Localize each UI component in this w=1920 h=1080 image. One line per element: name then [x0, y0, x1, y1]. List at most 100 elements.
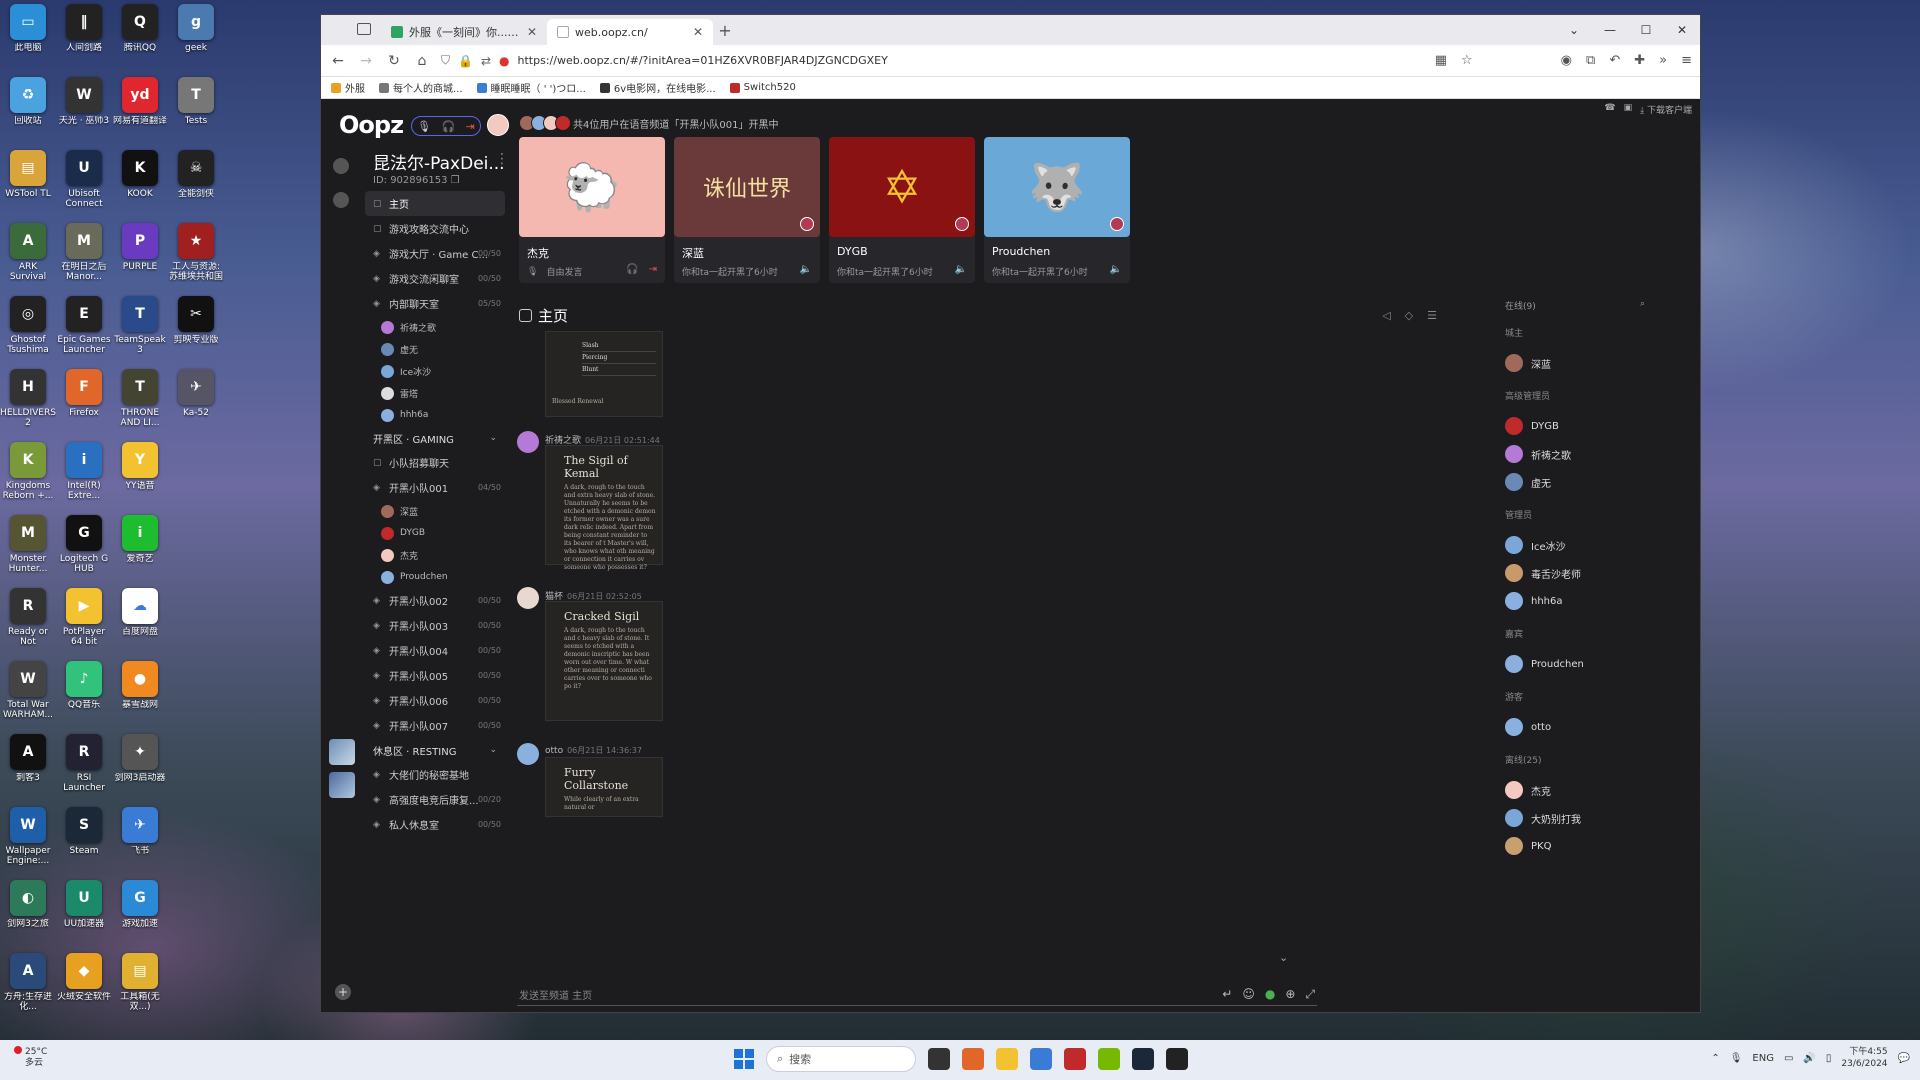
clock[interactable]: 下午4:55 23/6/2024	[1841, 1046, 1887, 1070]
desktop-icon[interactable]: i 爱奇艺	[112, 515, 168, 588]
desktop-icon[interactable]: A 方舟:生存进化...	[0, 953, 56, 1026]
desktop-icon[interactable]: ☠ 全能剑侠	[168, 150, 224, 223]
taskbar-app-task-view-icon[interactable]	[928, 1048, 950, 1070]
message-image[interactable]: Furry Collarstone While clearly of an ext…	[545, 757, 663, 817]
microphone-icon[interactable]: 🎙	[417, 120, 431, 133]
desktop-icon[interactable]: ▭ 此电脑	[0, 4, 56, 77]
desktop-icon[interactable]: ▤ 工具箱(无双...)	[112, 953, 168, 1026]
desktop-icon[interactable]: ‖ 人间剑路	[56, 4, 112, 77]
desktop-icon[interactable]: U Ubisoft Connect	[56, 150, 112, 223]
desktop-icon[interactable]: g geek	[168, 4, 224, 77]
bookmark-item[interactable]: 睡眠睡眠（ ' ')つロ...	[476, 80, 586, 95]
channel-item[interactable]: ◈ 私人休息室 00/50	[365, 812, 505, 837]
message-image[interactable]: Slash Piercing Blunt Blessed Renewal	[545, 331, 663, 417]
volume-icon[interactable]: 🔈	[800, 264, 812, 275]
bookmark-item[interactable]: 6v电影网，在线电影...	[599, 80, 716, 95]
desktop-icon[interactable]: G 游戏加速	[112, 880, 168, 953]
desktop-icon[interactable]: F Firefox	[56, 369, 112, 442]
voice-user-card[interactable]: 🐺 Proudchen 你和ta一起开黑了6小时 🔈	[984, 137, 1130, 283]
start-button[interactable]	[734, 1049, 754, 1069]
channel-item[interactable]: ◈ 开黑小队005 00/50	[365, 663, 505, 688]
voice-member[interactable]: 雷塔	[365, 382, 505, 404]
volume-icon[interactable]: 🔈	[1110, 264, 1122, 275]
tag-icon[interactable]: ◇	[1405, 309, 1413, 322]
tab-close-icon[interactable]: ✕	[527, 25, 537, 39]
desktop-icon[interactable]: Y YY语音	[112, 442, 168, 515]
desktop-icon[interactable]: W Wallpaper Engine:...	[0, 807, 56, 880]
channel-item[interactable]: ▢ 游戏攻略交流中心	[365, 216, 505, 241]
channel-category[interactable]: 开黑区 · GAMING ⌄	[365, 426, 505, 450]
maximize-button[interactable]: ☐	[1628, 15, 1664, 45]
clipboard-icon[interactable]: ▣	[1624, 103, 1633, 116]
desktop-icon[interactable]: E Epic Games Launcher	[56, 296, 112, 369]
channel-item[interactable]: ◈ 开黑小队004 00/50	[365, 638, 505, 663]
channel-item[interactable]: ◈ 开黑小队001 04/50	[365, 475, 505, 500]
taskbar-app-firefox-icon[interactable]	[962, 1048, 984, 1070]
taskbar-app-explorer-icon[interactable]	[996, 1048, 1018, 1070]
reload-icon[interactable]: ↻	[385, 53, 403, 69]
message-avatar[interactable]	[517, 587, 539, 609]
voice-member[interactable]: DYGB	[365, 522, 505, 544]
more-options-icon[interactable]: ⋮	[495, 151, 509, 167]
desktop-icon[interactable]: ★ 工人与资源: 苏维埃共和国	[168, 223, 224, 296]
share-icon[interactable]: ◁	[1382, 309, 1390, 322]
desktop-icon[interactable]: T Tests	[168, 77, 224, 150]
emoji-icon[interactable]: ☺	[1242, 987, 1255, 1002]
desktop-icon[interactable]: yd 网易有道翻译	[112, 77, 168, 150]
desktop-icon[interactable]: ✦ 剑网3启动器	[112, 734, 168, 807]
member-item[interactable]: 杰克	[1505, 776, 1645, 804]
lock-icon[interactable]: 🔒	[458, 54, 473, 68]
bookmark-item[interactable]: 每个人的商城...	[379, 80, 463, 95]
channel-item[interactable]: ◈ 开黑小队003 00/50	[365, 613, 505, 638]
taskbar-app-steam-icon[interactable]	[1132, 1048, 1154, 1070]
channel-category[interactable]: 休息区 · RESTING ⌄	[365, 738, 505, 762]
voice-user-card[interactable]: ✡ DYGB 你和ta一起开黑了6小时 🔈	[829, 137, 975, 283]
taskbar-app-voicemeeter-icon[interactable]	[1064, 1048, 1086, 1070]
server-thumbnail[interactable]	[329, 772, 355, 798]
desktop-icon[interactable]: ◐ 剑网3之旅	[0, 880, 56, 953]
channel-item[interactable]: ▢ 小队招募聊天	[365, 450, 505, 475]
desktop-icon[interactable]: P PURPLE	[112, 223, 168, 296]
weather-widget[interactable]: 25°C 多云	[14, 1046, 47, 1069]
expand-icon[interactable]: ⤢	[1305, 987, 1315, 1002]
member-item[interactable]: 毒舌沙老师	[1505, 559, 1645, 587]
home-icon[interactable]: ⌂	[413, 53, 431, 69]
language-indicator[interactable]: ENG	[1752, 1053, 1774, 1064]
copy-icon[interactable]: ❐	[451, 175, 460, 186]
voice-member[interactable]: 杰克	[365, 544, 505, 566]
desktop-icon[interactable]: W 天光 · 巫师3	[56, 77, 112, 150]
desktop-icon[interactable]: ☁ 百度网盘	[112, 588, 168, 661]
voice-member[interactable]: 祈祷之歌	[365, 316, 505, 338]
taskbar-app-epic-helper-icon[interactable]	[1166, 1048, 1188, 1070]
back-icon[interactable]: ←	[329, 53, 347, 69]
desktop-icon[interactable]: K KOOK	[112, 150, 168, 223]
message-image[interactable]: Cracked Sigil A dark, rough to the touch …	[545, 601, 663, 721]
desktop-icon[interactable]: ▤ WSTool TL	[0, 150, 56, 223]
address-bar[interactable]: ⛉ 🔒 ⇄ ● https://web.oopz.cn/#/?initArea=…	[441, 53, 1425, 68]
messages-icon[interactable]	[333, 192, 349, 208]
desktop-icon[interactable]: ▶ PotPlayer 64 bit	[56, 588, 112, 661]
member-item[interactable]: Ice冰沙	[1505, 531, 1645, 559]
tab-close-icon[interactable]: ✕	[693, 25, 703, 39]
taskbar-search[interactable]: ⌕ 搜索	[766, 1046, 916, 1072]
member-item[interactable]: 大奶别打我	[1505, 804, 1645, 832]
scroll-down-icon[interactable]: ⌄	[1279, 951, 1288, 964]
microphone-icon[interactable]: 🎙	[1730, 1053, 1743, 1064]
download-client-link[interactable]: ⤓ 下载客户端	[1640, 103, 1692, 116]
phone-icon[interactable]: ☎	[1604, 103, 1615, 116]
voice-member[interactable]: Ice冰沙	[365, 360, 505, 382]
voice-member[interactable]: hhh6a	[365, 404, 505, 426]
account-icon[interactable]: ◉	[1561, 53, 1572, 68]
desktop-icon[interactable]: T THRONE AND LI...	[112, 369, 168, 442]
headphones-icon[interactable]: 🎧	[442, 120, 456, 133]
voice-user-card[interactable]: 诛仙世界 深蓝 你和ta一起开黑了6小时 🔈	[674, 137, 820, 283]
desktop-icon[interactable]: R Ready or Not	[0, 588, 56, 661]
overflow-icon[interactable]: »	[1659, 53, 1667, 68]
desktop-icon[interactable]: i Intel(R) Extre...	[56, 442, 112, 515]
member-item[interactable]: 深蓝	[1505, 349, 1645, 377]
sticker-icon[interactable]: ●	[1265, 987, 1275, 1002]
channel-item[interactable]: ◈ 大佬们的秘密基地	[365, 762, 505, 787]
enter-icon[interactable]: ↵	[1222, 987, 1232, 1002]
tab-active[interactable]: web.oopz.cn/ ✕	[547, 19, 713, 45]
message-composer[interactable]: 发送至频道 主页 ↵ ☺ ● ⊕ ⤢	[517, 984, 1317, 1006]
